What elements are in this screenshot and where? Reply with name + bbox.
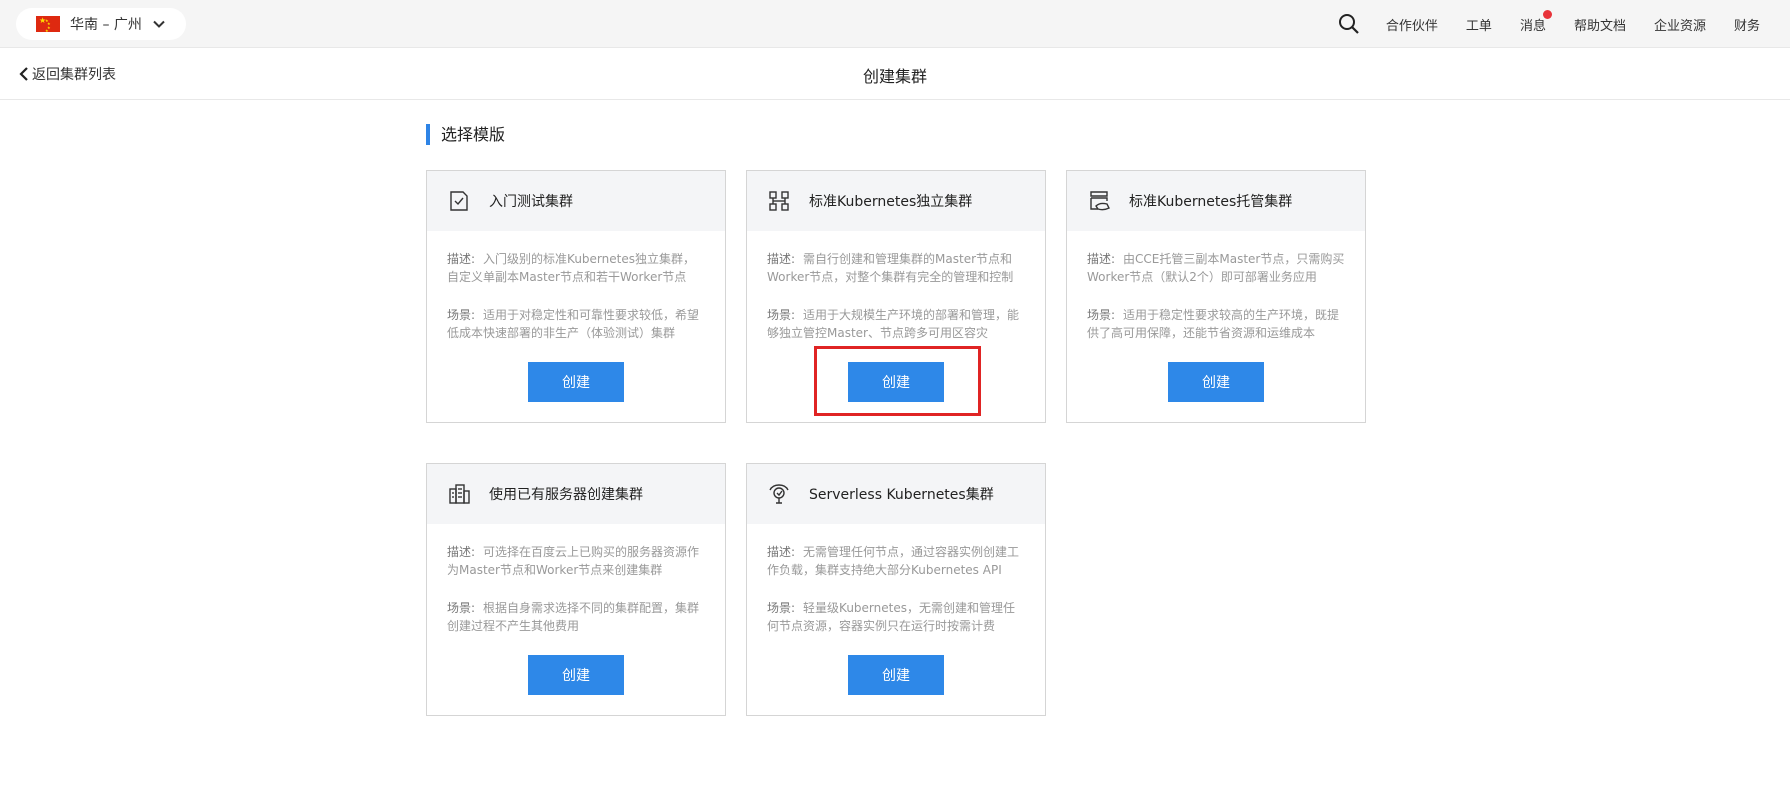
description-text: 由CCE托管三副本Master节点，只需购买Worker节点（默认2个）即可部署… [1087, 252, 1345, 284]
card-scenario: 场景: 根据自身需求选择不同的集群配置，集群创建过程不产生其他费用 [447, 599, 705, 635]
nav-partners[interactable]: 合作伙伴 [1386, 15, 1438, 34]
description-label: 描述: [1087, 252, 1116, 266]
scenario-text: 根据自身需求选择不同的集群配置，集群创建过程不产生其他费用 [447, 601, 700, 633]
description-label: 描述: [447, 252, 476, 266]
card-header: 标准Kubernetes托管集群 [1067, 171, 1365, 231]
scenario-text: 适用于对稳定性和可靠性要求较低，希望低成本快速部署的非生产（体验测试）集群 [447, 308, 700, 340]
card-header: 标准Kubernetes独立集群 [747, 171, 1045, 231]
nav-messages[interactable]: 消息 [1519, 9, 1552, 34]
card-header: 入门测试集群 [427, 171, 725, 231]
cluster-nodes-icon [769, 191, 789, 211]
section-title: 选择模版 [426, 124, 505, 145]
card-title: 入门测试集群 [489, 194, 573, 210]
scenario-label: 场景: [1087, 308, 1116, 322]
serverless-icon [769, 484, 789, 504]
checklist-icon [450, 191, 468, 211]
scenario-text: 适用于稳定性要求较高的生产环境，既提供了高可用保障，还能节省资源和运维成本 [1087, 308, 1340, 340]
nav-enterprise-resources[interactable]: 企业资源 [1654, 15, 1706, 34]
top-nav: 合作伙伴 工单 消息 帮助文档 企业资源 财务 [1338, 0, 1760, 48]
buildings-icon [449, 484, 470, 504]
description-text: 入门级别的标准Kubernetes独立集群，自定义单副本Master节点和若干W… [447, 252, 695, 284]
template-card-existing-servers: 使用已有服务器创建集群 描述: 可选择在百度云上已购买的服务器资源作为Master… [426, 463, 726, 716]
template-card-standard-managed: 标准Kubernetes托管集群 描述: 由CCE托管三副本Master节点，只需… [1066, 170, 1366, 423]
card-title: 标准Kubernetes独立集群 [809, 194, 973, 210]
create-button[interactable]: 创建 [848, 655, 944, 695]
card-body: 描述: 需自行创建和管理集群的Master节点和Worker节点，对整个集群有完全… [747, 231, 1045, 342]
card-body: 描述: 入门级别的标准Kubernetes独立集群，自定义单副本Master节点和… [427, 231, 725, 342]
card-title: Serverless Kubernetes集群 [809, 487, 994, 503]
create-button[interactable]: 创建 [1168, 362, 1264, 402]
nav-tickets[interactable]: 工单 [1466, 15, 1492, 34]
card-body: 描述: 无需管理任何节点，通过容器实例创建工作负载，集群支持绝大部分Kuberne… [747, 524, 1045, 635]
page-title: 创建集群 [862, 67, 927, 86]
card-description: 描述: 无需管理任何节点，通过容器实例创建工作负载，集群支持绝大部分Kuberne… [767, 543, 1025, 579]
notification-dot [1542, 9, 1552, 19]
create-button[interactable]: 创建 [528, 362, 624, 402]
scenario-text: 适用于大规模生产环境的部署和管理，能够独立管控Master、节点跨多可用区容灾 [767, 308, 1020, 340]
back-to-cluster-list-link[interactable]: 返回集群列表 [18, 64, 116, 84]
card-body: 描述: 由CCE托管三副本Master节点，只需购买Worker节点（默认2个）即… [1067, 231, 1365, 342]
card-description: 描述: 入门级别的标准Kubernetes独立集群，自定义单副本Master节点和… [447, 250, 705, 286]
create-button[interactable]: 创建 [528, 655, 624, 695]
nav-messages-label: 消息 [1519, 18, 1546, 34]
scenario-label: 场景: [447, 308, 476, 322]
card-description: 描述: 需自行创建和管理集群的Master节点和Worker节点，对整个集群有完全… [767, 250, 1025, 286]
card-title: 标准Kubernetes托管集群 [1129, 194, 1293, 210]
scenario-label: 场景: [447, 601, 476, 615]
region-label: 华南 – 广州 [70, 17, 142, 33]
template-card-serverless: Serverless Kubernetes集群 描述: 无需管理任何节点，通过容器… [746, 463, 1046, 716]
scenario-label: 场景: [767, 308, 796, 322]
region-selector[interactable]: ★ ★ ★ ★ ★ 华南 – 广州 [16, 8, 186, 40]
chevron-down-icon [153, 20, 165, 28]
card-description: 描述: 由CCE托管三副本Master节点，只需购买Worker节点（默认2个）即… [1087, 250, 1345, 286]
sub-header: 创建集群 返回集群列表 [0, 49, 1790, 100]
description-label: 描述: [767, 252, 796, 266]
card-header: 使用已有服务器创建集群 [427, 464, 725, 524]
top-bar: ★ ★ ★ ★ ★ 华南 – 广州 合作伙伴 工单 消息 帮助文档 企业资源 财务 [0, 0, 1790, 48]
card-description: 描述: 可选择在百度云上已购买的服务器资源作为Master节点和Worker节点来… [447, 543, 705, 579]
card-scenario: 场景: 适用于对稳定性和可靠性要求较低，希望低成本快速部署的非生产（体验测试）集群 [447, 306, 705, 342]
chevron-left-icon [19, 67, 28, 81]
china-flag-icon: ★ ★ ★ ★ ★ [36, 16, 60, 33]
nav-help-docs[interactable]: 帮助文档 [1574, 15, 1626, 34]
card-scenario: 场景: 轻量级Kubernetes，无需创建和管理任何节点资源，容器实例只在运行时… [767, 599, 1025, 635]
search-icon[interactable] [1338, 13, 1360, 35]
card-title: 使用已有服务器创建集群 [489, 487, 643, 503]
scenario-text: 轻量级Kubernetes，无需创建和管理任何节点资源，容器实例只在运行时按需计… [767, 601, 1015, 633]
managed-server-icon [1090, 191, 1110, 211]
card-scenario: 场景: 适用于大规模生产环境的部署和管理，能够独立管控Master、节点跨多可用区… [767, 306, 1025, 342]
description-text: 需自行创建和管理集群的Master节点和Worker节点，对整个集群有完全的管理… [767, 252, 1014, 284]
highlight-annotation-box [814, 346, 981, 416]
description-label: 描述: [447, 545, 476, 559]
description-text: 可选择在百度云上已购买的服务器资源作为Master节点和Worker节点来创建集… [447, 545, 700, 577]
template-card-intro-test: 入门测试集群 描述: 入门级别的标准Kubernetes独立集群，自定义单副本Ma… [426, 170, 726, 423]
description-text: 无需管理任何节点，通过容器实例创建工作负载，集群支持绝大部分Kubernetes… [767, 545, 1020, 577]
card-body: 描述: 可选择在百度云上已购买的服务器资源作为Master节点和Worker节点来… [427, 524, 725, 635]
back-label: 返回集群列表 [32, 67, 116, 83]
card-header: Serverless Kubernetes集群 [747, 464, 1045, 524]
card-scenario: 场景: 适用于稳定性要求较高的生产环境，既提供了高可用保障，还能节省资源和运维成本 [1087, 306, 1345, 342]
scenario-label: 场景: [767, 601, 796, 615]
description-label: 描述: [767, 545, 796, 559]
nav-finance[interactable]: 财务 [1734, 15, 1760, 34]
